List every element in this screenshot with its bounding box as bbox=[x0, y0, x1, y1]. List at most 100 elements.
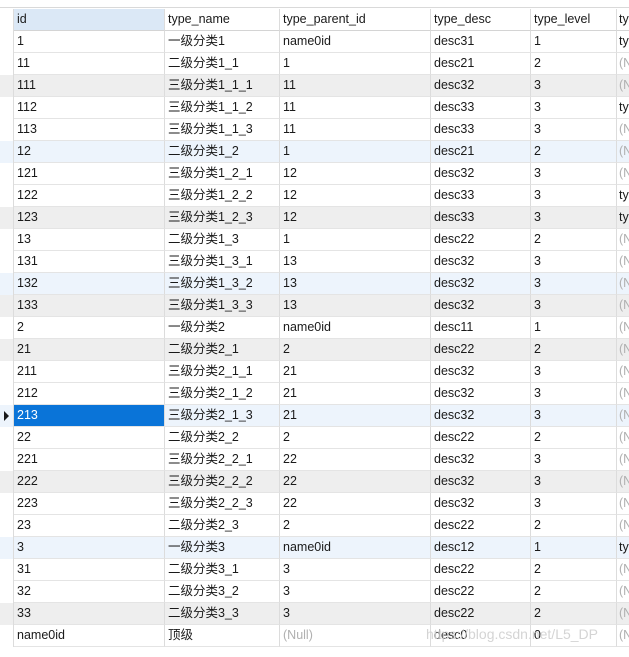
cell-type-name[interactable]: 二级分类3_2 bbox=[165, 581, 280, 603]
cell-type-name[interactable]: 三级分类1_1_3 bbox=[165, 119, 280, 141]
cell-truncated[interactable]: (N bbox=[617, 405, 629, 427]
cell-id[interactable]: 213 bbox=[14, 405, 165, 427]
cell-type-desc[interactable]: desc32 bbox=[431, 361, 531, 383]
cell-id[interactable]: 33 bbox=[14, 603, 165, 625]
row-indicator[interactable] bbox=[0, 427, 14, 449]
cell-type-name[interactable]: 三级分类1_1_1 bbox=[165, 75, 280, 97]
cell-type-desc[interactable]: desc33 bbox=[431, 119, 531, 141]
cell-id[interactable]: 1 bbox=[14, 31, 165, 53]
cell-type-name[interactable]: 顶级 bbox=[165, 625, 280, 647]
cell-id[interactable]: 121 bbox=[14, 163, 165, 185]
cell-truncated[interactable]: (N bbox=[617, 75, 629, 97]
table-row[interactable]: 132三级分类1_3_213desc323(N bbox=[0, 273, 629, 295]
cell-type-desc[interactable]: desc32 bbox=[431, 273, 531, 295]
cell-id[interactable]: 12 bbox=[14, 141, 165, 163]
row-indicator[interactable] bbox=[0, 559, 14, 581]
cell-type-level[interactable]: 2 bbox=[531, 559, 617, 581]
cell-type-desc[interactable]: desc33 bbox=[431, 207, 531, 229]
table-row[interactable]: 123 三级分类1_2_3 12 desc33 3 ty bbox=[0, 207, 629, 229]
cell-type-desc[interactable]: desc21 bbox=[431, 53, 531, 75]
cell-type-desc[interactable]: desc32 bbox=[431, 471, 531, 493]
table-row[interactable]: 22二级分类2_22desc222(N bbox=[0, 427, 629, 449]
cell-type-desc[interactable]: desc32 bbox=[431, 449, 531, 471]
column-header-type-desc[interactable]: type_desc bbox=[431, 9, 531, 31]
cell-type-parent-id[interactable]: 2 bbox=[280, 427, 431, 449]
table-row[interactable]: 213三级分类2_1_321desc323(N bbox=[0, 405, 629, 427]
cell-type-level[interactable]: 3 bbox=[531, 493, 617, 515]
cell-type-parent-id[interactable]: 12 bbox=[280, 163, 431, 185]
cell-type-level[interactable]: 3 bbox=[531, 295, 617, 317]
cell-type-parent-id[interactable]: 21 bbox=[280, 405, 431, 427]
cell-type-parent-id[interactable]: 12 bbox=[280, 207, 431, 229]
row-indicator[interactable] bbox=[0, 119, 14, 141]
cell-type-desc[interactable]: desc32 bbox=[431, 295, 531, 317]
cell-type-level[interactable]: 2 bbox=[531, 581, 617, 603]
cell-type-parent-id[interactable]: 11 bbox=[280, 75, 431, 97]
cell-type-level[interactable]: 3 bbox=[531, 471, 617, 493]
row-indicator[interactable] bbox=[0, 405, 14, 427]
cell-type-parent-id[interactable]: 2 bbox=[280, 339, 431, 361]
row-indicator[interactable] bbox=[0, 581, 14, 603]
cell-type-name[interactable]: 二级分类3_1 bbox=[165, 559, 280, 581]
row-indicator[interactable] bbox=[0, 251, 14, 273]
cell-truncated[interactable]: (N bbox=[617, 427, 629, 449]
cell-type-desc[interactable]: desc33 bbox=[431, 97, 531, 119]
cell-truncated[interactable]: (N bbox=[617, 229, 629, 251]
cell-type-level[interactable]: 2 bbox=[531, 603, 617, 625]
cell-type-level[interactable]: 2 bbox=[531, 53, 617, 75]
cell-truncated[interactable]: (N bbox=[617, 603, 629, 625]
table-row[interactable]: 11二级分类1_11desc212(N bbox=[0, 53, 629, 75]
row-indicator[interactable] bbox=[0, 339, 14, 361]
cell-type-name[interactable]: 一级分类2 bbox=[165, 317, 280, 339]
cell-truncated[interactable]: ty bbox=[617, 207, 629, 229]
cell-truncated[interactable]: (N bbox=[617, 493, 629, 515]
cell-type-desc[interactable]: desc22 bbox=[431, 515, 531, 537]
table-row[interactable]: 223三级分类2_2_322desc323(N bbox=[0, 493, 629, 515]
table-row[interactable]: 33二级分类3_33desc222(N bbox=[0, 603, 629, 625]
table-row[interactable]: 221三级分类2_2_122desc323(N bbox=[0, 449, 629, 471]
cell-id[interactable]: 13 bbox=[14, 229, 165, 251]
cell-type-level[interactable]: 1 bbox=[531, 31, 617, 53]
row-indicator[interactable] bbox=[0, 361, 14, 383]
cell-id[interactable]: 211 bbox=[14, 361, 165, 383]
cell-truncated[interactable]: (N bbox=[617, 53, 629, 75]
cell-type-level[interactable]: 3 bbox=[531, 119, 617, 141]
cell-type-level[interactable]: 2 bbox=[531, 427, 617, 449]
cell-type-parent-id[interactable]: 13 bbox=[280, 251, 431, 273]
row-indicator[interactable] bbox=[0, 185, 14, 207]
table-row[interactable]: 211三级分类2_1_121desc323(N bbox=[0, 361, 629, 383]
cell-truncated[interactable]: (N bbox=[617, 383, 629, 405]
cell-type-desc[interactable]: desc32 bbox=[431, 163, 531, 185]
cell-type-name[interactable]: 一级分类3 bbox=[165, 537, 280, 559]
row-indicator[interactable] bbox=[0, 229, 14, 251]
cell-type-name[interactable]: 二级分类2_2 bbox=[165, 427, 280, 449]
data-grid[interactable]: id type_name type_parent_id type_desc ty… bbox=[0, 9, 629, 647]
cell-type-desc[interactable]: desc21 bbox=[431, 141, 531, 163]
cell-type-parent-id[interactable]: 1 bbox=[280, 229, 431, 251]
cell-type-desc[interactable]: desc32 bbox=[431, 251, 531, 273]
cell-type-level[interactable]: 1 bbox=[531, 537, 617, 559]
cell-type-level[interactable]: 3 bbox=[531, 405, 617, 427]
cell-type-name[interactable]: 二级分类2_3 bbox=[165, 515, 280, 537]
cell-type-name[interactable]: 二级分类1_2 bbox=[165, 141, 280, 163]
row-indicator[interactable] bbox=[0, 603, 14, 625]
cell-type-parent-id[interactable]: 12 bbox=[280, 185, 431, 207]
cell-id[interactable]: 113 bbox=[14, 119, 165, 141]
cell-type-name[interactable]: 三级分类2_2_3 bbox=[165, 493, 280, 515]
cell-type-level[interactable]: 3 bbox=[531, 361, 617, 383]
cell-type-level[interactable]: 2 bbox=[531, 141, 617, 163]
table-row[interactable]: 32二级分类3_23desc222(N bbox=[0, 581, 629, 603]
cell-truncated[interactable]: (N bbox=[617, 295, 629, 317]
cell-type-level[interactable]: 3 bbox=[531, 207, 617, 229]
cell-truncated[interactable]: (N bbox=[617, 449, 629, 471]
cell-type-parent-id[interactable]: 22 bbox=[280, 493, 431, 515]
cell-type-parent-id[interactable]: 2 bbox=[280, 515, 431, 537]
cell-truncated[interactable]: (N bbox=[617, 559, 629, 581]
row-indicator[interactable] bbox=[0, 75, 14, 97]
cell-type-desc[interactable]: desc12 bbox=[431, 537, 531, 559]
cell-truncated[interactable]: (N bbox=[617, 273, 629, 295]
cell-type-desc[interactable]: desc32 bbox=[431, 75, 531, 97]
cell-truncated[interactable]: ty bbox=[617, 185, 629, 207]
cell-type-level[interactable]: 3 bbox=[531, 449, 617, 471]
cell-truncated[interactable]: (N bbox=[617, 515, 629, 537]
